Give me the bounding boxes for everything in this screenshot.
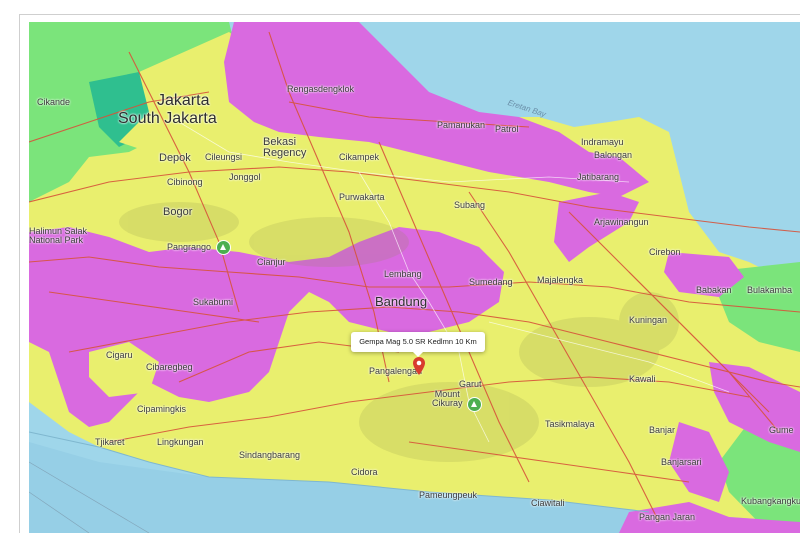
- label-jonggol[interactable]: Jonggol: [229, 172, 261, 182]
- label-patrol[interactable]: Patrol: [495, 124, 519, 134]
- label-bulakamba[interactable]: Bulakamba: [747, 285, 792, 295]
- label-lembang[interactable]: Lembang: [384, 269, 422, 279]
- label-pamanukan[interactable]: Pamanukan: [437, 120, 485, 130]
- label-bogor[interactable]: Bogor: [163, 206, 192, 218]
- label-cigaru[interactable]: Cigaru: [106, 350, 133, 360]
- label-ciawitali[interactable]: Ciawitali: [531, 498, 565, 508]
- label-majalengka[interactable]: Majalengka: [537, 275, 583, 285]
- label-rengasdengklok[interactable]: Rengasdengklok: [287, 84, 354, 94]
- label-pangandaran[interactable]: Pangan Jaran: [639, 512, 695, 522]
- label-mount-cikuray[interactable]: Mount Cikuray: [432, 390, 463, 408]
- label-halimun[interactable]: Halimun Salak National Park: [29, 227, 87, 245]
- seismic-hazard-map[interactable]: Cikande Jakarta South Jakarta Rengasdeng…: [29, 22, 800, 533]
- label-subang[interactable]: Subang: [454, 200, 485, 210]
- label-bandung[interactable]: Bandung: [375, 294, 427, 309]
- label-jatibarang[interactable]: Jatibarang: [577, 172, 619, 182]
- label-cidora[interactable]: Cidora: [351, 467, 378, 477]
- label-sumedang[interactable]: Sumedang: [469, 277, 513, 287]
- label-bekasi[interactable]: Bekasi Regency: [263, 137, 306, 159]
- label-tjikaret[interactable]: Tjikaret: [95, 437, 125, 447]
- label-cikande[interactable]: Cikande: [37, 97, 70, 107]
- label-purwakarta[interactable]: Purwakarta: [339, 192, 385, 202]
- label-south-jakarta[interactable]: South Jakarta: [118, 110, 217, 128]
- label-pangrango[interactable]: Pangrango: [167, 242, 211, 252]
- label-babakan[interactable]: Babakan: [696, 285, 732, 295]
- park-icon[interactable]: [216, 240, 231, 255]
- label-arjawinangun[interactable]: Arjawinangun: [594, 217, 649, 227]
- label-indramayu[interactable]: Indramayu: [581, 137, 624, 147]
- label-cibaregbeg[interactable]: Cibaregbeg: [146, 362, 193, 372]
- label-depok[interactable]: Depok: [159, 152, 191, 164]
- label-kubangkangkung[interactable]: Kubangkangku: [741, 496, 800, 506]
- label-cipamingkis[interactable]: Cipamingkis: [137, 404, 186, 414]
- label-garut[interactable]: Garut: [459, 379, 482, 389]
- label-cibinong[interactable]: Cibinong: [167, 177, 203, 187]
- label-cirebon[interactable]: Cirebon: [649, 247, 681, 257]
- label-pameungpeuk[interactable]: Pameungpeuk: [419, 490, 477, 500]
- label-balongan[interactable]: Balongan: [594, 150, 632, 160]
- label-sindangbarang[interactable]: Sindangbarang: [239, 450, 300, 460]
- label-lingkungan[interactable]: Lingkungan: [157, 437, 204, 447]
- label-kuningan[interactable]: Kuningan: [629, 315, 667, 325]
- label-cileungsi[interactable]: Cileungsi: [205, 152, 242, 162]
- earthquake-marker-icon[interactable]: [413, 357, 425, 375]
- label-jakarta[interactable]: Jakarta: [157, 92, 209, 110]
- label-cikampek[interactable]: Cikampek: [339, 152, 379, 162]
- label-kawali[interactable]: Kawali: [629, 374, 656, 384]
- park-icon[interactable]: [467, 397, 482, 412]
- label-gumelar[interactable]: Gume: [769, 425, 794, 435]
- earthquake-popup[interactable]: Gempa Mag 5.0 SR Kedlmn 10 Km: [351, 332, 485, 357]
- label-banjar[interactable]: Banjar: [649, 425, 675, 435]
- label-sukabumi[interactable]: Sukabumi: [193, 297, 233, 307]
- label-tasikmalaya[interactable]: Tasikmalaya: [545, 419, 595, 429]
- label-cianjur[interactable]: Cianjur: [257, 257, 286, 267]
- label-banjarsari[interactable]: Banjarsari: [661, 457, 702, 467]
